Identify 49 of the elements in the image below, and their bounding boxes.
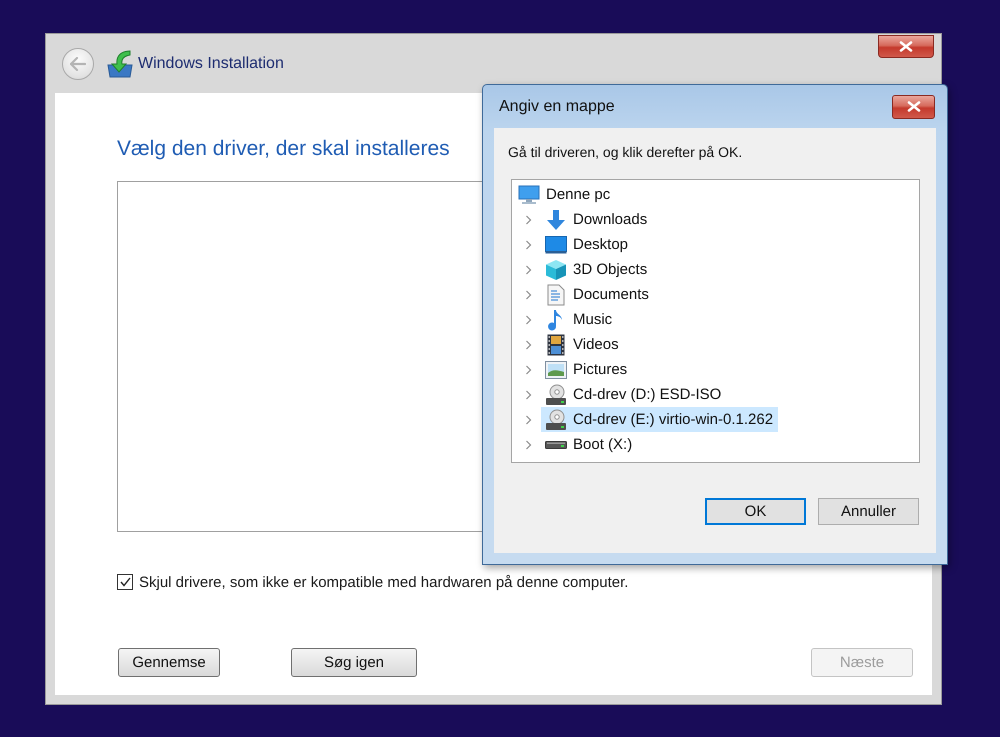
cube-icon	[545, 258, 567, 280]
tree-item[interactable]: Documents	[541, 282, 654, 307]
chevron-icon[interactable]	[524, 314, 533, 324]
tree-item[interactable]: Cd-drev (D:) ESD-ISO	[541, 382, 726, 407]
close-icon	[899, 41, 913, 52]
checkmark-icon	[120, 577, 130, 587]
picture-icon	[545, 360, 567, 378]
tree-item[interactable]: Denne pc	[514, 182, 616, 207]
chevron-icon[interactable]	[524, 264, 533, 274]
chevron-icon[interactable]	[524, 390, 533, 400]
close-icon	[906, 101, 920, 112]
chevron-icon[interactable]	[524, 440, 533, 450]
drive-icon	[545, 440, 567, 448]
document-icon	[545, 284, 567, 306]
left-arrow-icon	[70, 56, 86, 70]
tray-arrow-icon	[107, 50, 133, 78]
close-button[interactable]	[892, 94, 935, 118]
chevron-icon[interactable]	[524, 364, 533, 374]
tree-item[interactable]: Boot (X:)	[541, 432, 638, 457]
checkbox-label[interactable]: Skjul drivere, som ikke er kompatible med hardwaren på denne computer.	[139, 574, 628, 590]
monitor-icon	[518, 184, 540, 204]
tree-item[interactable]: Desktop	[541, 232, 634, 257]
dialog-button[interactable]: Annuller	[818, 498, 919, 525]
chevron-icon[interactable]	[524, 214, 533, 224]
tree-item[interactable]: Videos	[541, 332, 624, 357]
disc-drive-icon	[545, 384, 567, 406]
close-button[interactable]	[878, 35, 934, 58]
instruction-text: Gå til driveren, og klik derefter på OK.	[508, 143, 742, 161]
desktop-icon	[545, 236, 567, 254]
checkbox[interactable]	[117, 574, 133, 590]
film-strip-icon	[545, 334, 567, 356]
window-title: Windows Installation	[138, 54, 284, 72]
chevron-icon[interactable]	[524, 414, 533, 424]
down-arrow-icon	[545, 208, 567, 230]
tree-item[interactable]: 3D Objects	[541, 257, 652, 282]
tree-item[interactable]: Downloads	[541, 207, 652, 232]
tree-item[interactable]: Cd-drev (E:) virtio-win-0.1.262	[541, 407, 778, 432]
action-button[interactable]: Søg igen	[291, 648, 417, 677]
chevron-icon[interactable]	[524, 290, 533, 300]
tree-item[interactable]: Music	[541, 307, 618, 332]
back-button[interactable]	[62, 48, 94, 80]
tree-item[interactable]: Pictures	[541, 357, 632, 382]
page-heading: Vælg den driver, der skal installeres	[117, 136, 450, 162]
dialog-title: Angiv en mappe	[499, 98, 615, 116]
dialog-button[interactable]: OK	[705, 498, 806, 525]
chevron-icon[interactable]	[524, 340, 533, 350]
action-button[interactable]: Gennemse	[118, 648, 220, 677]
chevron-icon[interactable]	[524, 240, 533, 250]
disc-drive-icon	[545, 408, 567, 430]
